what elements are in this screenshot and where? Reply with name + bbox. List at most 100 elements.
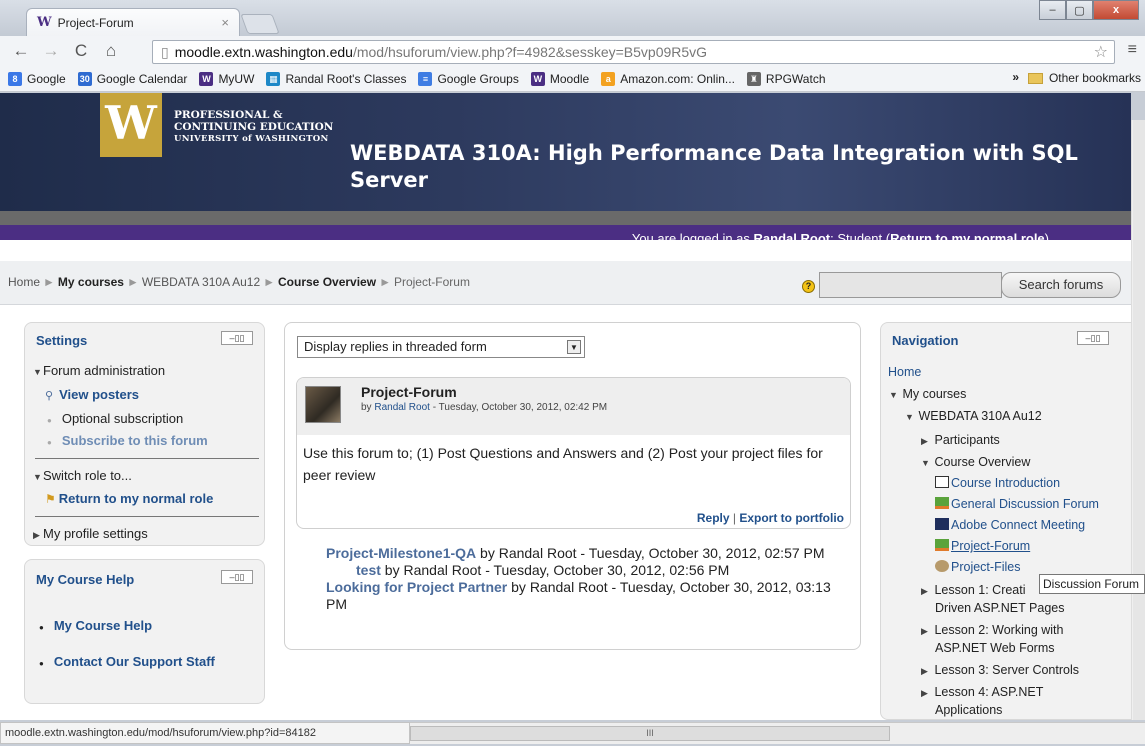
search-forums-input[interactable] (819, 272, 1002, 298)
post-author-link[interactable]: Randal Root (374, 402, 430, 413)
nav-lesson-label: Lesson 4: ASP.NET (934, 685, 1044, 699)
nav-activity[interactable]: Course Introduction (935, 476, 1060, 490)
bookmark-label: Amazon.com: Onlin... (620, 71, 735, 86)
bookmark-item[interactable]: a Amazon.com: Onlin... (601, 71, 735, 86)
search-forums-button[interactable]: Search forums (1001, 272, 1121, 298)
bookmark-item[interactable]: ♜ RPGWatch (746, 71, 826, 86)
browser-toolbar: ← → C ⌂ ▯ moodle.extn.washington.edu/mod… (0, 36, 1145, 66)
dock-block-icon[interactable]: –▯▯ (221, 331, 253, 345)
bookmark-item[interactable]: ▦ Randal Root's Classes (266, 71, 407, 86)
address-bar[interactable]: ▯ moodle.extn.washington.edu/mod/hsuforu… (152, 40, 1115, 64)
bookmark-item[interactable]: W MyUW (199, 71, 255, 86)
reply-title-link[interactable]: Looking for Project Partner (326, 579, 507, 595)
display-mode-select[interactable]: Display replies in threaded form ▼ (297, 336, 585, 358)
bookmark-item[interactable]: 8 Google (8, 71, 66, 86)
avatar[interactable] (305, 386, 341, 423)
browser-tab[interactable]: W Project-Forum × (26, 8, 240, 36)
bookmark-label: Randal Root's Classes (285, 71, 407, 86)
course-title: WEBDATA 310A: High Performance Data Inte… (350, 141, 1078, 192)
course-help-block: My Course Help –▯▯ ● My Course Help ● Cont… (24, 559, 265, 704)
nav-activity-current[interactable]: Project-Forum (935, 539, 1030, 553)
breadcrumb: Home ► My courses ► WEBDATA 310A Au12 ► Course… (8, 275, 470, 289)
uw-logo[interactable]: W (100, 93, 162, 157)
new-tab-button[interactable] (240, 14, 280, 34)
bookmark-favicon-icon: W (199, 71, 214, 86)
nav-course[interactable]: ▼ WEBDATA 310A Au12 (905, 409, 1042, 423)
course-help-item[interactable]: ● My Course Help (39, 618, 152, 633)
bookmark-label: Google Calendar (96, 71, 188, 86)
files-icon (935, 560, 949, 572)
tab-title: Project-Forum (57, 15, 134, 30)
breadcrumb-current: Project-Forum (393, 275, 470, 289)
collapsed-triangle-icon: ▶ (921, 436, 928, 446)
maximize-button[interactable]: ▢ (1066, 0, 1093, 20)
chrome-menu-icon[interactable]: ≡ (1128, 41, 1137, 59)
nav-my-courses-label: My courses (902, 387, 967, 401)
breadcrumb-home[interactable]: Home (8, 275, 40, 289)
nav-lesson-4[interactable]: ▶ Lesson 4: ASP.NET Applications (921, 684, 1043, 719)
breadcrumb-sep: ► (126, 275, 139, 289)
back-icon[interactable]: ← (12, 41, 30, 61)
breadcrumb-course-overview[interactable]: Course Overview (278, 275, 376, 289)
scrollbar-thumb[interactable]: III (410, 726, 890, 741)
forum-admin-label: Forum administration (43, 363, 166, 378)
bookmark-item[interactable]: 30 Google Calendar (77, 71, 188, 86)
nav-lesson-3[interactable]: ▶ Lesson 3: Server Controls (921, 663, 1079, 677)
reply-link[interactable]: Reply (697, 511, 730, 525)
bookmark-item[interactable]: W Moodle (530, 71, 589, 86)
bookmark-label: MyUW (218, 71, 255, 86)
breadcrumb-my-courses[interactable]: My courses (58, 275, 124, 289)
divider (35, 516, 259, 517)
nav-home[interactable]: Home (888, 365, 921, 379)
help-icon[interactable]: ? (802, 280, 815, 293)
bookmark-item[interactable]: ≡ Google Groups (418, 71, 519, 86)
subscribe-link[interactable]: ● Subscribe to this forum (47, 433, 208, 448)
other-bookmarks[interactable]: Other bookmarks (1027, 71, 1141, 85)
scrollbar-thumb[interactable] (1133, 120, 1145, 720)
collapsed-triangle-icon: ▶ (921, 688, 928, 698)
reply-title-link[interactable]: test (356, 562, 381, 578)
bookmark-star-icon[interactable]: ☆ (1094, 42, 1108, 62)
bookmarks-overflow-icon[interactable]: » (1012, 70, 1019, 84)
nav-activity[interactable]: General Discussion Forum (935, 497, 1099, 511)
switch-role-label: Switch role to... (43, 468, 132, 483)
horizontal-scrollbar[interactable]: III (410, 722, 1145, 744)
pce-logo-text[interactable]: PROFESSIONAL & CONTINUING EDUCATION UNIV… (174, 109, 333, 145)
nav-activity-label: Project-Files (951, 560, 1021, 574)
home-icon[interactable]: ⌂ (102, 41, 120, 61)
course-help-link: My Course Help (53, 618, 153, 633)
dock-block-icon[interactable]: –▯▯ (1077, 331, 1109, 345)
reload-icon[interactable]: C (72, 41, 90, 61)
nav-lesson-2[interactable]: ▶ Lesson 2: Working with ASP.NET Web Form… (921, 622, 1063, 657)
bookmark-label: Google Groups (437, 71, 519, 86)
view-posters-link[interactable]: ⚲ View posters (45, 387, 139, 402)
nav-participants[interactable]: ▶ Participants (921, 433, 1000, 447)
support-staff-item[interactable]: ● Contact Our Support Staff (39, 654, 215, 669)
return-role-link[interactable]: Return to my normal role (890, 231, 1045, 240)
forum-admin-node[interactable]: ▼Forum administration (33, 363, 165, 378)
profile-settings-node[interactable]: ▶ My profile settings (33, 526, 148, 541)
dock-block-icon[interactable]: –▯▯ (221, 570, 253, 584)
switch-role-node[interactable]: ▼Switch role to... (33, 468, 132, 483)
role-icon: ⚑ (45, 492, 56, 506)
return-role-link[interactable]: ⚑ Return to my normal role (45, 491, 213, 506)
nav-activity-label: General Discussion Forum (951, 497, 1099, 511)
forum-main: Display replies in threaded form ▼ Proje… (284, 322, 861, 650)
forward-icon[interactable]: → (42, 41, 60, 61)
nav-activity[interactable]: Adobe Connect Meeting (935, 518, 1085, 532)
minimize-button[interactable]: – (1039, 0, 1066, 20)
breadcrumb-course[interactable]: WEBDATA 310A Au12 (142, 275, 260, 289)
nav-lesson-label: Lesson 3: Server Controls (934, 663, 1079, 677)
nav-my-courses[interactable]: ▼ My courses (889, 387, 966, 401)
nav-course-overview[interactable]: ▼ Course Overview (921, 455, 1030, 469)
nav-activity-label: Adobe Connect Meeting (951, 518, 1086, 532)
tab-close-icon[interactable]: × (221, 15, 229, 30)
close-window-button[interactable]: x (1093, 0, 1139, 20)
reply-item: Looking for Project Partner by Randal Ro… (326, 579, 846, 613)
export-portfolio-link[interactable]: Export to portfolio (739, 511, 844, 525)
logged-in-suffix: ) (1044, 231, 1049, 240)
reply-title-link[interactable]: Project-Milestone1-QA (326, 545, 476, 561)
logged-in-user[interactable]: Randal Root (754, 231, 831, 240)
nav-activity[interactable]: Project-Files (935, 560, 1020, 574)
vertical-scrollbar[interactable] (1131, 120, 1145, 720)
